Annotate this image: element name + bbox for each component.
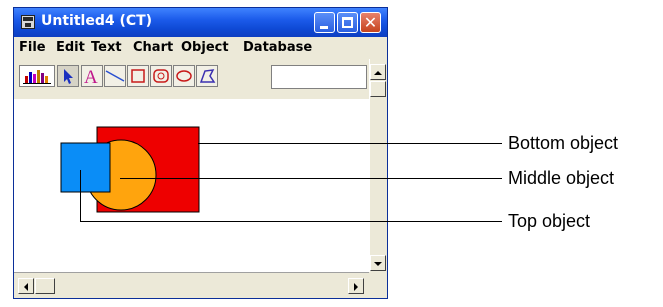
middle-object-label: Middle object xyxy=(508,168,615,188)
top-object-label: Top object xyxy=(508,211,591,231)
bottom-object-label: Bottom object xyxy=(508,133,619,153)
top-object-callout-line xyxy=(80,170,502,222)
